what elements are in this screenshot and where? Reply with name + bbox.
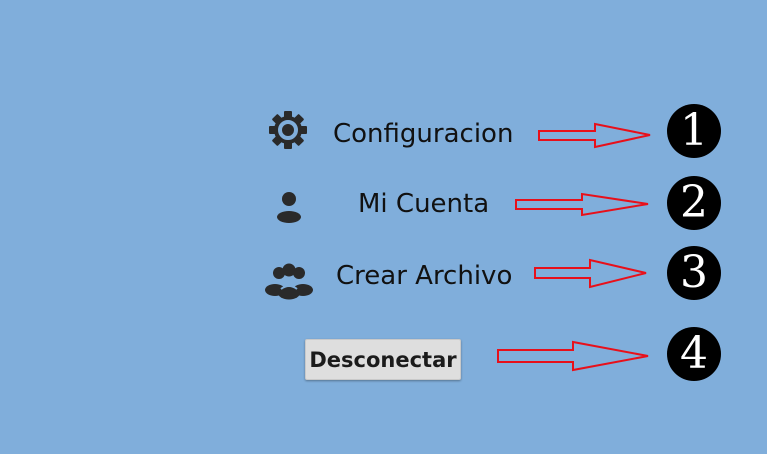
group-icon[interactable] [264,262,314,302]
annotation-arrow-2 [515,192,649,217]
annotation-arrow-4 [497,340,649,372]
annotation-arrow-3 [534,258,647,289]
menu-item-configuracion[interactable]: Configuracion [333,119,513,149]
logout-button[interactable]: Desconectar [305,339,461,380]
annotation-badge-2: 2 [667,176,721,230]
annotation-badge-1: 1 [667,104,721,158]
person-icon[interactable] [274,190,304,224]
annotation-badge-3: 3 [667,246,721,300]
annotation-arrow-1 [538,122,651,149]
app-screen: Configuracion Mi Cuenta Crear Archivo De… [0,0,767,454]
gear-icon[interactable] [266,110,310,150]
menu-item-crear-archivo[interactable]: Crear Archivo [336,261,512,291]
annotation-badge-4: 4 [667,327,721,381]
menu-item-mi-cuenta[interactable]: Mi Cuenta [358,189,489,219]
